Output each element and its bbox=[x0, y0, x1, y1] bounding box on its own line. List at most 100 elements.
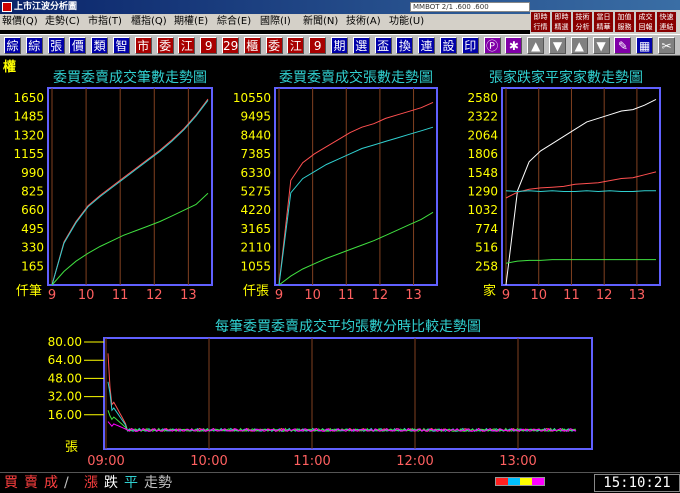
chart-2-ytick-8: 516 bbox=[475, 241, 498, 255]
toolbar-button-23[interactable]: ✱ bbox=[505, 37, 523, 54]
menu-item-1[interactable]: 走勢(C) bbox=[45, 16, 80, 28]
chart-1-series-2 bbox=[278, 211, 434, 286]
chart-1-ytick-2: 8440 bbox=[240, 128, 271, 142]
color-bar bbox=[495, 477, 545, 486]
chart-2-xtick-3: 12 bbox=[596, 288, 613, 303]
toolbar-button-18[interactable]: 換 bbox=[396, 37, 414, 54]
toolbar-button-17[interactable]: 盃 bbox=[374, 37, 392, 54]
side-buttons: 即時行情 即時精選 技術分析 當日精華 加值服務 成交回報 快速連結 bbox=[530, 10, 680, 34]
side-button-5[interactable]: 成交回報 bbox=[635, 11, 656, 33]
toolbar-button-21[interactable]: 印 bbox=[461, 37, 479, 54]
toolbar-button-27[interactable]: ▼ bbox=[592, 37, 610, 54]
chart-1-series-0 bbox=[278, 101, 434, 286]
bottom-xtick-1: 10:00 bbox=[190, 454, 227, 469]
toolbar-button-1[interactable]: 綜 bbox=[25, 37, 43, 54]
toolbar-button-13[interactable]: 江 bbox=[287, 37, 305, 54]
chart-2-series-2 bbox=[505, 190, 656, 193]
top-info-box: MMBOT 2/1 .600 .600 bbox=[410, 2, 530, 12]
chart-1-xtick-4: 13 bbox=[405, 288, 422, 303]
toolbar-button-29[interactable]: ▦ bbox=[636, 37, 654, 54]
clock: 15:10:21 bbox=[594, 474, 680, 492]
toolbar-button-9[interactable]: 9 bbox=[200, 37, 218, 54]
toolbar-button-7[interactable]: 委 bbox=[156, 37, 174, 54]
toolbar-button-19[interactable]: 連 bbox=[418, 37, 436, 54]
toolbar-button-14[interactable]: 9 bbox=[309, 37, 327, 54]
chart-1-series-1 bbox=[278, 126, 434, 286]
chart-0-ytick-1: 1485 bbox=[13, 110, 44, 124]
chart-1-ytick-7: 3165 bbox=[240, 222, 271, 236]
menu-item-4[interactable]: 期權(E) bbox=[174, 16, 208, 28]
bottom-xtick-4: 13:00 bbox=[499, 454, 536, 469]
toolbar-button-10[interactable]: 29 bbox=[222, 37, 239, 54]
toolbar-button-5[interactable]: 智 bbox=[113, 37, 130, 54]
weight-label: 權 bbox=[3, 60, 17, 75]
chart-0-ytick-4: 990 bbox=[21, 166, 44, 180]
chart-1-ytick-3: 7385 bbox=[240, 147, 271, 161]
menu-item-3[interactable]: 櫃指(Q) bbox=[131, 16, 167, 28]
chart-0-xtick-1: 10 bbox=[78, 288, 95, 303]
menu-item-9[interactable]: 功能(U) bbox=[389, 16, 424, 28]
chart-2-ytick-9: 258 bbox=[475, 259, 498, 273]
menu-item-8[interactable]: 技術(A) bbox=[346, 16, 381, 28]
toolbar-button-25[interactable]: ▼ bbox=[549, 37, 566, 54]
chart-0-ytick-3: 1155 bbox=[13, 147, 44, 161]
chart-2-xtick-0: 9 bbox=[502, 288, 510, 303]
chart-1-unit: 仟張 bbox=[243, 284, 269, 299]
toolbar-button-4[interactable]: 類 bbox=[91, 37, 109, 54]
side-button-4[interactable]: 加值服務 bbox=[614, 11, 635, 33]
toolbar-button-6[interactable]: 市 bbox=[134, 37, 152, 54]
legend-item-2: 成 bbox=[44, 475, 58, 491]
chart-0-series-2 bbox=[51, 192, 209, 286]
chart-2-xtick-1: 10 bbox=[530, 288, 547, 303]
side-button-0[interactable]: 即時行情 bbox=[530, 11, 551, 33]
chart-title-0: 委買委賣成交筆數走勢圖 bbox=[53, 69, 207, 86]
chart-2-ytick-0: 2580 bbox=[467, 91, 498, 105]
toolbar-button-15[interactable]: 期 bbox=[331, 37, 348, 54]
toolbar-button-11[interactable]: 櫃 bbox=[243, 37, 261, 54]
toolbar-button-0[interactable]: 綜 bbox=[4, 37, 21, 54]
side-button-3[interactable]: 當日精華 bbox=[593, 11, 614, 33]
bottom-chart-title: 每筆委買委賣成交平均張數分時比較走勢圖 bbox=[215, 318, 481, 335]
color-bar-seg-2 bbox=[520, 478, 532, 485]
bottom-unit: 張 bbox=[65, 440, 78, 455]
chart-1-ytick-0: 10550 bbox=[233, 91, 271, 105]
chart-1-xtick-1: 10 bbox=[304, 288, 321, 303]
toolbar-button-16[interactable]: 選 bbox=[352, 37, 370, 54]
chart-1-xtick-2: 11 bbox=[338, 288, 355, 303]
legend-item-5: 跌 bbox=[104, 475, 118, 491]
status-bar: 買賣成 / 漲跌平走勢 bbox=[0, 472, 680, 493]
side-button-1[interactable]: 即時精選 bbox=[551, 11, 572, 33]
toolbar-button-24[interactable]: ▲ bbox=[527, 37, 545, 54]
chart-2-unit: 家 bbox=[483, 283, 496, 299]
toolbar-button-20[interactable]: 設 bbox=[440, 37, 457, 54]
window-title: 上市江波分析圖 bbox=[14, 2, 78, 12]
chart-0-xtick-0: 9 bbox=[48, 288, 56, 303]
toolbar-button-28[interactable]: ✎ bbox=[614, 37, 632, 54]
chart-0-unit: 仟筆 bbox=[16, 284, 42, 299]
chart-2-ytick-1: 2322 bbox=[467, 110, 498, 124]
toolbar-button-22[interactable]: Ⓟ bbox=[483, 37, 501, 54]
chart-0-ytick-0: 1650 bbox=[13, 91, 44, 105]
toolbar-button-8[interactable]: 江 bbox=[178, 37, 196, 54]
chart-2-ytick-2: 2064 bbox=[467, 128, 498, 142]
menu-item-6[interactable]: 國際(I) bbox=[260, 16, 291, 28]
chart-0-ytick-6: 660 bbox=[21, 203, 44, 217]
menu-item-7[interactable]: 新聞(N) bbox=[303, 16, 338, 28]
toolbar-button-30[interactable]: ✂ bbox=[658, 37, 675, 54]
toolbar-button-26[interactable]: ▲ bbox=[570, 37, 588, 54]
side-button-6[interactable]: 快速連結 bbox=[656, 11, 677, 33]
toolbar-button-12[interactable]: 委 bbox=[265, 37, 283, 54]
legend-item-1: 賣 bbox=[24, 475, 38, 491]
menu-item-2[interactable]: 市指(T) bbox=[88, 16, 122, 28]
chart-frame-0 bbox=[47, 87, 213, 286]
chart-2-xtick-4: 13 bbox=[629, 288, 646, 303]
bottom-chart-frame bbox=[103, 337, 593, 450]
menu-item-0[interactable]: 報價(Q) bbox=[2, 16, 38, 28]
chart-0-ytick-7: 495 bbox=[21, 222, 44, 236]
app-icon bbox=[2, 2, 12, 12]
chart-panel: 委買委賣成交筆數走勢圖 1650 1485 1320 1155 990 825 660 495 3… bbox=[0, 56, 680, 472]
side-button-2[interactable]: 技術分析 bbox=[572, 11, 593, 33]
menu-item-5[interactable]: 綜合(E) bbox=[217, 16, 251, 28]
toolbar-button-2[interactable]: 張 bbox=[47, 37, 65, 54]
toolbar-button-3[interactable]: 價 bbox=[69, 37, 87, 54]
